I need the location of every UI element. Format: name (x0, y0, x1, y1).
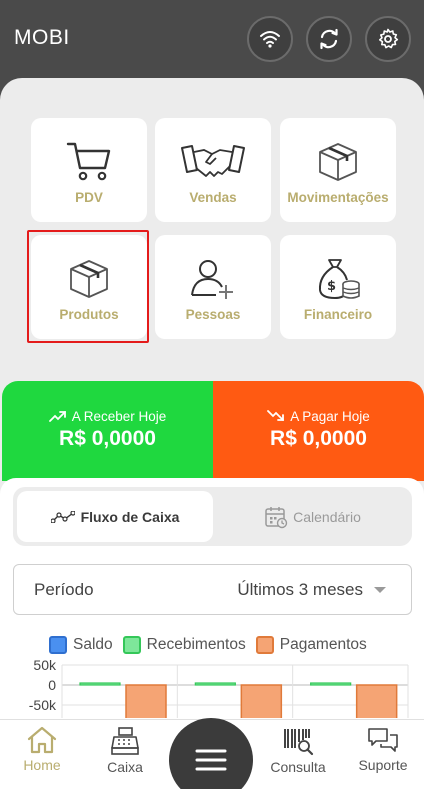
payable-label: A Pagar Hoje (213, 409, 424, 424)
calendar-icon (265, 506, 288, 528)
tile-label: Movimentações (287, 190, 389, 205)
home-icon (27, 726, 57, 754)
tile-label: Vendas (189, 190, 237, 205)
legend-item-pagamentos[interactable]: Pagamentos (255, 636, 367, 654)
period-select[interactable]: Período Últimos 3 meses (13, 564, 412, 615)
line-chart-icon (50, 510, 75, 523)
nav-consulta[interactable]: Consulta (258, 726, 338, 775)
tile-label: Financeiro (303, 307, 373, 322)
svg-text:$: $ (327, 279, 336, 294)
tile-label: Pessoas (185, 307, 241, 322)
nav-caixa[interactable]: Caixa (85, 726, 165, 775)
receivable-card[interactable]: A Receber Hoje R$ 0,0000 (2, 381, 213, 481)
nav-label: Suporte (358, 757, 408, 773)
tab-label: Fluxo de Caixa (80, 508, 180, 525)
tile-financeiro[interactable]: $ Financeiro (280, 235, 396, 339)
y-tick-label: -50k (29, 697, 57, 713)
nav-home[interactable]: Home (2, 726, 82, 773)
bar-recebimentos (79, 682, 121, 686)
sync-button[interactable] (306, 16, 352, 62)
settings-button[interactable] (365, 16, 411, 62)
cash-register-icon (111, 727, 139, 755)
y-tick-label: 50k (33, 658, 57, 673)
payable-value: R$ 0,0000 (270, 427, 367, 450)
tile-movimentacoes[interactable]: Movimentações (280, 118, 396, 222)
selection-highlight (27, 230, 149, 343)
nav-suporte[interactable]: Suporte (343, 726, 423, 773)
wifi-button[interactable] (247, 16, 293, 62)
nav-label: Home (23, 757, 61, 773)
tile-label: PDV (75, 190, 103, 205)
trend-up-icon (48, 411, 66, 422)
legend-swatch (49, 636, 67, 654)
trend-down-icon (267, 410, 285, 421)
legend-swatch (122, 636, 141, 654)
app-title: MOBI (14, 26, 70, 49)
payable-card[interactable]: A Pagar Hoje R$ 0,0000 (213, 381, 424, 481)
shopping-cart-icon (66, 142, 111, 181)
chat-icon (368, 728, 398, 752)
sync-icon (320, 28, 338, 50)
chevron-down-icon (374, 587, 386, 593)
bar-pagamentos (355, 684, 398, 718)
handshake-icon (181, 145, 245, 177)
app-header: MOBI (0, 0, 424, 80)
bar-recebimentos (310, 682, 352, 686)
main-panel: PDV Vendas Movimentações Produtos Pessoa… (0, 78, 424, 789)
cashflow-chart: 50k 0 -50k (29, 658, 409, 718)
gear-icon (379, 28, 399, 49)
barcode-search-icon (284, 729, 314, 756)
hamburger-icon (195, 749, 227, 771)
tab-fluxo-de-caixa[interactable]: Fluxo de Caixa (17, 491, 213, 542)
bar-pagamentos (125, 684, 167, 718)
legend-label: Recebimentos (146, 636, 246, 653)
legend-item-recebimentos[interactable]: Recebimentos (122, 636, 246, 654)
legend-label: Saldo (73, 636, 113, 653)
view-tabs: Fluxo de Caixa Calendário (13, 487, 412, 546)
tile-pessoas[interactable]: Pessoas (155, 235, 271, 339)
receivable-value: R$ 0,0000 (59, 427, 156, 450)
legend-label: Pagamentos (279, 636, 367, 653)
wifi-icon (260, 31, 280, 48)
payable-label-text: A Pagar Hoje (290, 409, 370, 424)
bar-pagamentos (240, 684, 283, 718)
period-value: Últimos 3 meses (237, 580, 363, 599)
add-person-icon (191, 260, 233, 299)
receivable-label-text: A Receber Hoje (71, 409, 167, 424)
box-icon (319, 143, 357, 181)
legend-item-saldo[interactable]: Saldo (49, 636, 113, 654)
nav-label: Caixa (107, 759, 143, 775)
tile-vendas[interactable]: Vendas (155, 118, 271, 222)
tile-pdv[interactable]: PDV (31, 118, 147, 222)
tab-calendario[interactable]: Calendário (217, 491, 408, 542)
nav-label: Consulta (270, 759, 326, 775)
y-tick-label: 0 (48, 677, 56, 693)
period-label: Período (34, 580, 94, 599)
money-bag-icon: $ (318, 259, 360, 300)
chart-legend: Saldo Recebimentos Pagamentos (49, 636, 377, 654)
bar-recebimentos (194, 682, 236, 686)
receivable-label: A Receber Hoje (2, 409, 213, 424)
tab-label: Calendário (293, 508, 361, 525)
legend-swatch (255, 636, 274, 654)
